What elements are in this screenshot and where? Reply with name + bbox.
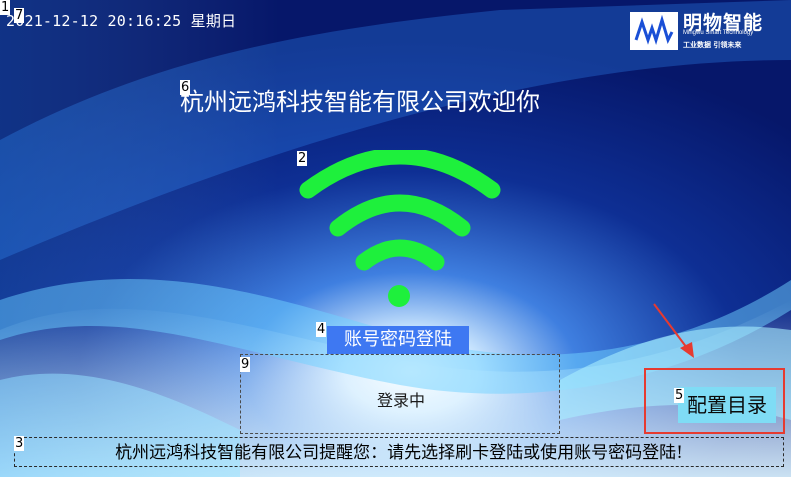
marker-2: 2 xyxy=(297,151,308,166)
marker-6: 6 xyxy=(180,80,191,95)
logo-subtitle: Mingwu Smart Technology xyxy=(683,30,754,36)
wifi-icon xyxy=(299,150,501,307)
account-password-login-button[interactable]: 账号密码登陆 xyxy=(327,326,469,354)
marker-7: 7 xyxy=(14,8,25,23)
marker-1: 1 xyxy=(0,0,11,15)
welcome-title: 杭州远鸿科技智能有限公司欢迎你 xyxy=(180,88,540,116)
marker-5: 5 xyxy=(674,388,685,403)
config-directory-button[interactable]: 配置目录 xyxy=(678,387,776,423)
red-arrow-icon xyxy=(653,303,694,358)
login-status-box: 登录中 xyxy=(240,354,560,434)
login-status-text: 登录中 xyxy=(376,391,425,410)
marker-9: 9 xyxy=(240,357,251,372)
marker-4: 4 xyxy=(316,322,327,337)
footer-tip: 杭州远鸿科技智能有限公司提醒您：请先选择刷卡登陆或使用账号密码登陆! xyxy=(14,437,784,467)
datetime-display: 2021-12-12 20:16:25 星期日 xyxy=(6,12,237,30)
logo-slogan: 工业数据 引领未来 xyxy=(683,41,742,49)
marker-3: 3 xyxy=(14,436,25,451)
